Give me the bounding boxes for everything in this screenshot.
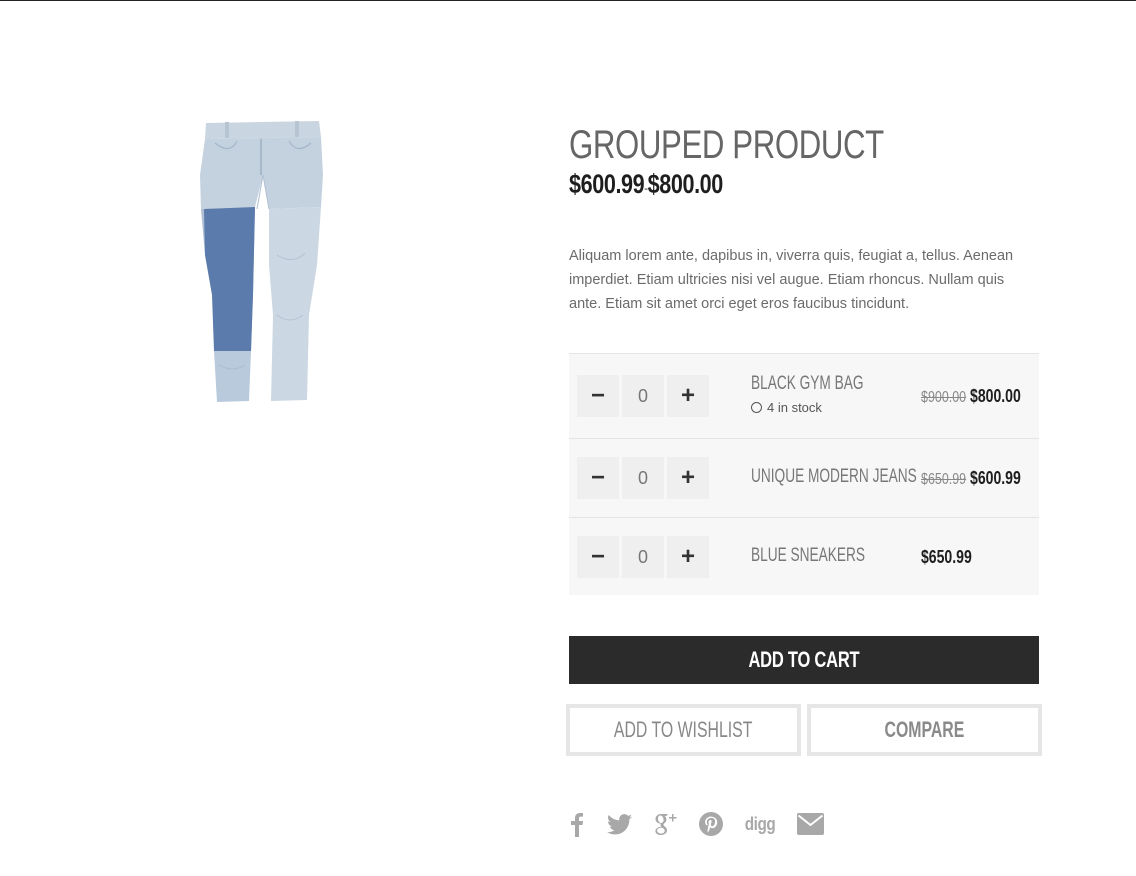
item-name[interactable]: BLUE SNEAKERS <box>751 545 865 567</box>
twitter-icon[interactable] <box>606 808 632 840</box>
stock-text: 4 in stock <box>767 400 822 415</box>
add-to-wishlist-button[interactable]: ADD TO WISHLIST <box>566 704 801 756</box>
item-price: $900.00 $800.00 <box>921 386 1021 407</box>
grouped-products-table: − 0 + BLACK GYM BAG 4 in stock $900.00 $8… <box>569 353 1039 595</box>
price-range: $600.99-$800.00 <box>569 168 945 204</box>
grouped-row-black-gym-bag: − 0 + BLACK GYM BAG 4 in stock $900.00 $8… <box>569 353 1039 438</box>
add-to-cart-button[interactable]: ADD TO CART <box>569 636 1039 684</box>
stock-status: 4 in stock <box>751 400 822 415</box>
sale-price: $600.99 <box>970 468 1021 488</box>
price-min: $600.99 <box>569 169 645 199</box>
quantity-stepper: − 0 + <box>577 457 709 499</box>
item-price: $650.99 $600.99 <box>921 468 1021 489</box>
increase-button[interactable]: + <box>667 457 709 499</box>
pinterest-icon[interactable] <box>699 808 723 840</box>
add-to-wishlist-label: ADD TO WISHLIST <box>614 717 753 742</box>
add-to-cart-label: ADD TO CART <box>748 647 860 672</box>
quantity-input[interactable]: 0 <box>622 375 664 417</box>
product-title: GROUPED PRODUCT <box>569 123 884 167</box>
email-icon[interactable] <box>796 808 824 840</box>
sale-price: $800.00 <box>970 386 1021 406</box>
quantity-input[interactable]: 0 <box>622 457 664 499</box>
product-image[interactable] <box>185 115 345 410</box>
google-plus-icon[interactable] <box>652 808 678 840</box>
old-price: $900.00 <box>921 389 967 406</box>
smile-icon <box>751 402 762 413</box>
product-info: GROUPED PRODUCT $600.99-$800.00 Aliquam … <box>569 122 1039 316</box>
item-name[interactable]: UNIQUE MODERN JEANS <box>751 466 917 488</box>
quantity-stepper: − 0 + <box>577 536 709 578</box>
compare-label: COMPARE <box>884 717 965 742</box>
jeans-image <box>200 121 323 402</box>
increase-button[interactable]: + <box>667 536 709 578</box>
decrease-button[interactable]: − <box>577 375 619 417</box>
product-description: Aliquam lorem ante, dapibus in, viverra … <box>569 248 1014 312</box>
quantity-input[interactable]: 0 <box>622 536 664 578</box>
old-price: $650.99 <box>921 471 967 488</box>
digg-label: digg <box>744 813 776 834</box>
grouped-row-blue-sneakers: − 0 + BLUE SNEAKERS $650.99 <box>569 517 1039 595</box>
item-price: $650.99 <box>921 547 972 568</box>
item-name[interactable]: BLACK GYM BAG <box>751 373 864 395</box>
facebook-icon[interactable] <box>570 808 584 840</box>
top-border <box>0 0 1136 1</box>
decrease-button[interactable]: − <box>577 536 619 578</box>
compare-button[interactable]: COMPARE <box>807 704 1042 756</box>
grouped-row-unique-modern-jeans: − 0 + UNIQUE MODERN JEANS $650.99 $600.99 <box>569 438 1039 517</box>
increase-button[interactable]: + <box>667 375 709 417</box>
quantity-stepper: − 0 + <box>577 375 709 417</box>
digg-icon[interactable]: digg <box>742 808 778 840</box>
regular-price: $650.99 <box>921 547 972 567</box>
price-max: $800.00 <box>647 169 724 199</box>
decrease-button[interactable]: − <box>577 457 619 499</box>
